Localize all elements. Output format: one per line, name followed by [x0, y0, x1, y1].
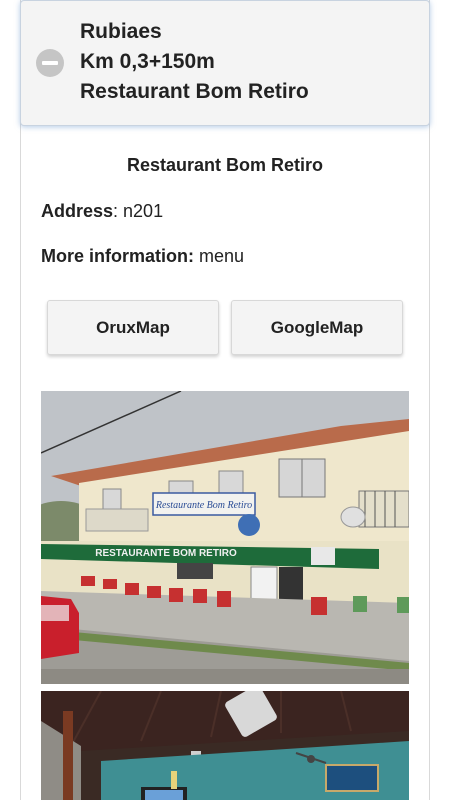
restaurant-exterior-photo[interactable]: Restaurante Bom Retiro RESTAURANTE BOM R… [41, 391, 409, 684]
place-title: Restaurant Bom Retiro [126, 155, 324, 175]
header-text: Rubiaes Km 0,3+150m Restaurant Bom Retir… [80, 17, 309, 107]
oruxmap-button[interactable]: OruxMap [47, 300, 219, 355]
awning-text: RESTAURANTE BOM RETIRO [95, 548, 237, 559]
address-label: Address [41, 201, 114, 221]
collapsible-header[interactable]: Rubiaes Km 0,3+150m Restaurant Bom Retir… [20, 0, 430, 126]
header-place-name: Restaurant Bom Retiro [80, 80, 309, 103]
collapse-minus-icon[interactable] [36, 49, 64, 77]
address-row: Address: n201 [41, 201, 163, 222]
restaurant-sign-text: Restaurante Bom Retiro [155, 500, 252, 511]
restaurant-interior-photo[interactable] [41, 691, 409, 800]
more-info-row: More information: menu [41, 246, 244, 267]
address-value: : n201 [113, 201, 164, 221]
more-info-link[interactable]: menu [194, 246, 244, 266]
header-location: Rubiaes [80, 20, 162, 43]
more-info-label: More information: [41, 246, 194, 266]
header-kilometer: Km 0,3+150m [80, 50, 215, 73]
googlemap-button[interactable]: GoogleMap [231, 300, 403, 355]
